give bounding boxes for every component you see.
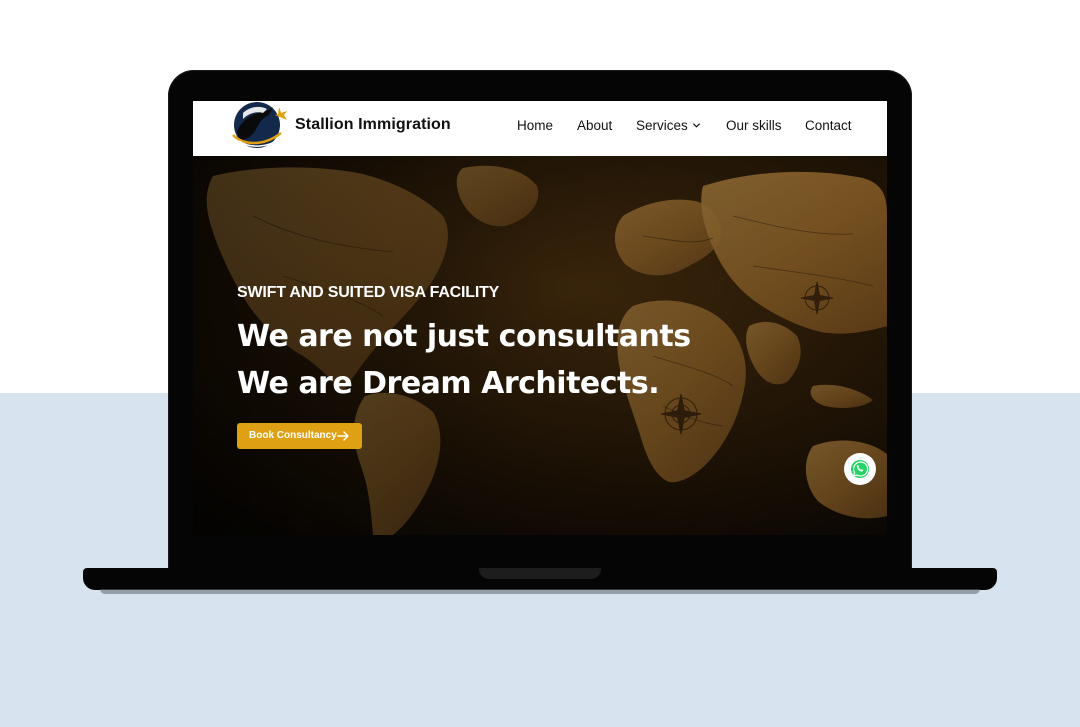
site-header: Stallion Immigration Home About Services… [193,101,887,156]
laptop-base-shadow [100,589,980,594]
nav-item-services-label: Services [636,118,688,133]
chevron-down-icon [692,123,700,128]
stallion-globe-logo[interactable] [229,101,289,151]
brand-name[interactable]: Stallion Immigration [295,116,451,134]
whatsapp-icon [851,460,869,478]
hero-eyebrow: SWIFT AND SUITED VISA FACILITY [237,284,500,301]
laptop-screen: Stallion Immigration Home About Services… [193,101,887,535]
hero-headline-line-2: We are Dream Architects. [237,366,660,401]
book-consultancy-label: Book Consultancy [249,430,337,441]
arrow-right-icon [337,431,349,441]
nav-item-contact[interactable]: Contact [805,118,852,133]
nav-item-about[interactable]: About [577,118,612,133]
nav-item-home[interactable]: Home [517,118,553,133]
hero-headline-line-1: We are not just consultants [237,319,691,354]
book-consultancy-button[interactable]: Book Consultancy [237,423,362,449]
nav-item-our-skills[interactable]: Our skills [726,118,782,133]
whatsapp-chat-button[interactable] [844,453,876,485]
hero-section: SWIFT AND SUITED VISA FACILITY We are no… [193,156,887,535]
laptop-notch [479,568,601,579]
nav-item-services[interactable]: Services [636,118,701,133]
